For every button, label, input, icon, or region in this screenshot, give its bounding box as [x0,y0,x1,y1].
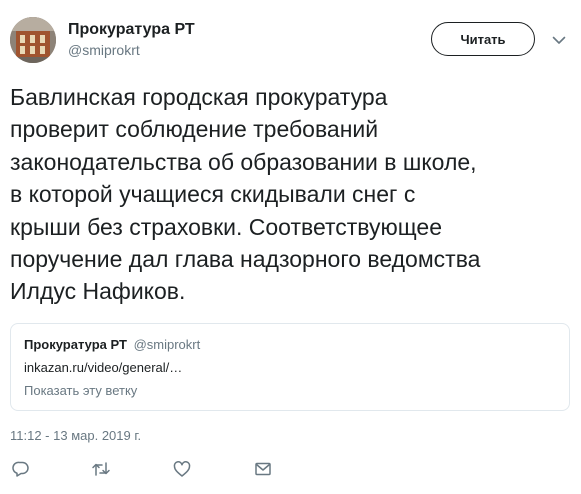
reply-icon[interactable] [10,458,32,480]
embedded-tweet: Прокуратура РТ @smiprokrt Читать Бавлинс… [0,0,581,494]
quoted-author-handle: @smiprokrt [133,337,201,352]
author-handle[interactable]: @smiprokrt [68,42,140,58]
quoted-tweet-link[interactable]: inkazan.ru/video/general/… [24,360,182,375]
avatar[interactable] [10,17,56,63]
retweet-icon[interactable] [90,458,112,480]
quoted-author-name: Прокуратура РТ [24,337,127,352]
tweet-timestamp[interactable]: 11:12 - 13 мар. 2019 г. [10,428,141,443]
tweet-text: Бавлинская городская прокуратура провери… [10,84,481,305]
show-thread-link[interactable]: Показать эту ветку [24,383,137,398]
avatar-image [10,17,56,63]
chevron-down-icon[interactable] [551,33,567,47]
message-icon[interactable] [252,458,274,480]
like-icon[interactable] [171,458,193,480]
author-name[interactable]: Прокуратура РТ [68,21,195,39]
quoted-tweet-card[interactable]: Прокуратура РТ @smiprokrt inkazan.ru/vid… [10,323,570,411]
quoted-tweet-header: Прокуратура РТ @smiprokrt [24,337,200,352]
follow-button[interactable]: Читать [431,22,535,56]
